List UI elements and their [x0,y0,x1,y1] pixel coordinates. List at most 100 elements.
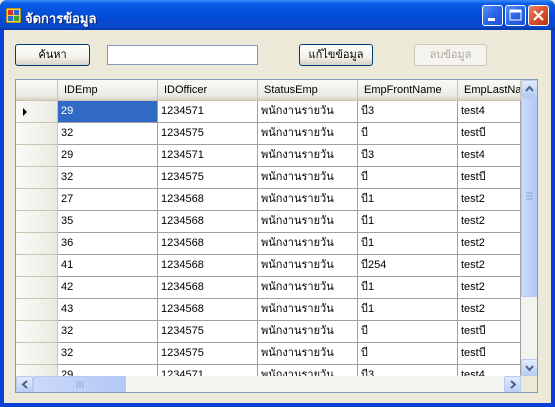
cell-empfrontname[interactable]: บี1 [358,277,458,299]
cell-emplastname[interactable]: test4 [458,145,521,167]
cell-idofficer[interactable]: 1234575 [158,321,258,343]
cell-idemp[interactable]: 29 [58,145,158,167]
cell-statusemp[interactable]: พนักงานรายวัน [258,299,358,321]
scroll-down-button[interactable] [521,359,537,376]
cell-idemp[interactable]: 42 [58,277,158,299]
row-header[interactable] [16,343,58,365]
scroll-right-button[interactable] [504,376,521,392]
cell-idofficer[interactable]: 1234575 [158,123,258,145]
table-row[interactable]: 32 1234575 พนักงานรายวัน บี testบี [16,321,521,343]
cell-idofficer[interactable]: 1234568 [158,255,258,277]
table-row[interactable]: 32 1234575 พนักงานรายวัน บี testบี [16,167,521,189]
maximize-button[interactable] [505,5,526,26]
cell-empfrontname[interactable]: บี [358,167,458,189]
grid-corner-header[interactable] [16,80,58,101]
cell-emplastname[interactable]: testบี [458,167,521,189]
cell-empfrontname[interactable]: บี1 [358,189,458,211]
cell-idemp[interactable]: 32 [58,343,158,365]
search-button[interactable]: ค้นหา [15,44,90,66]
cell-idemp[interactable]: 27 [58,189,158,211]
scroll-up-button[interactable] [521,80,537,97]
row-header[interactable] [16,189,58,211]
cell-emplastname[interactable]: test2 [458,255,521,277]
search-input[interactable] [107,45,258,65]
edit-button[interactable]: แก้ไขข้อมูล [299,44,373,66]
cell-idemp[interactable]: 29 [58,101,158,123]
row-header[interactable] [16,233,58,255]
cell-idemp[interactable]: 32 [58,167,158,189]
cell-statusemp[interactable]: พนักงานรายวัน [258,343,358,365]
cell-emplastname[interactable]: test2 [458,233,521,255]
cell-emplastname[interactable]: test2 [458,189,521,211]
table-row[interactable]: 32 1234575 พนักงานรายวัน บี testบี [16,123,521,145]
cell-statusemp[interactable]: พนักงานรายวัน [258,101,358,123]
cell-emplastname[interactable]: test2 [458,299,521,321]
col-header-statusemp[interactable]: StatusEmp [258,80,358,101]
table-row[interactable]: 42 1234568 พนักงานรายวัน บี1 test2 [16,277,521,299]
cell-statusemp[interactable]: พนักงานรายวัน [258,277,358,299]
col-header-idemp[interactable]: IDEmp [58,80,158,101]
cell-emplastname[interactable]: testบี [458,321,521,343]
table-row[interactable]: 29 1234571 พนักงานรายวัน บี3 test4 [16,101,521,123]
cell-statusemp[interactable]: พนักงานรายวัน [258,189,358,211]
row-header[interactable] [16,277,58,299]
cell-idofficer[interactable]: 1234571 [158,145,258,167]
cell-empfrontname[interactable]: บี254 [358,255,458,277]
cell-empfrontname[interactable]: บี3 [358,145,458,167]
vertical-scrollbar[interactable] [521,80,537,376]
cell-empfrontname[interactable]: บี [358,123,458,145]
minimize-button[interactable] [482,5,503,26]
row-header[interactable] [16,255,58,277]
table-row[interactable]: 41 1234568 พนักงานรายวัน บี254 test2 [16,255,521,277]
row-header[interactable] [16,211,58,233]
cell-empfrontname[interactable]: บี [358,343,458,365]
table-row[interactable]: 35 1234568 พนักงานรายวัน บี1 test2 [16,211,521,233]
employee-data-grid[interactable]: IDEmp IDOfficer StatusEmp EmpFrontName EmpLa… [15,79,538,393]
cell-statusemp[interactable]: พนักงานรายวัน [258,233,358,255]
cell-emplastname[interactable]: testบี [458,343,521,365]
horizontal-scrollbar[interactable] [16,376,521,392]
col-header-empfrontname[interactable]: EmpFrontName [358,80,458,101]
cell-idemp[interactable]: 32 [58,123,158,145]
cell-idemp[interactable]: 41 [58,255,158,277]
close-button[interactable] [528,5,549,26]
vertical-scroll-thumb[interactable] [521,97,537,297]
cell-idemp[interactable]: 43 [58,299,158,321]
cell-empfrontname[interactable]: บี1 [358,233,458,255]
cell-statusemp[interactable]: พนักงานรายวัน [258,123,358,145]
cell-emplastname[interactable]: test2 [458,211,521,233]
cell-empfrontname[interactable]: บี3 [358,101,458,123]
table-row[interactable]: 29 1234571 พนักงานรายวัน บี3 test4 [16,145,521,167]
cell-idofficer[interactable]: 1234568 [158,233,258,255]
cell-emplastname[interactable]: test4 [458,101,521,123]
row-header[interactable] [16,299,58,321]
cell-idofficer[interactable]: 1234568 [158,211,258,233]
row-header[interactable] [16,123,58,145]
cell-idofficer[interactable]: 1234575 [158,167,258,189]
row-header[interactable] [16,167,58,189]
title-bar[interactable]: จัดการข้อมูล [0,0,555,30]
col-header-idofficer[interactable]: IDOfficer [158,80,258,101]
cell-statusemp[interactable]: พนักงานรายวัน [258,255,358,277]
cell-empfrontname[interactable]: บี [358,321,458,343]
cell-idemp[interactable]: 35 [58,211,158,233]
cell-idofficer[interactable]: 1234568 [158,189,258,211]
cell-statusemp[interactable]: พนักงานรายวัน [258,321,358,343]
horizontal-scroll-thumb[interactable] [33,376,126,392]
row-header[interactable] [16,101,58,123]
table-row[interactable]: 36 1234568 พนักงานรายวัน บี1 test2 [16,233,521,255]
cell-idemp[interactable]: 36 [58,233,158,255]
cell-idofficer[interactable]: 1234571 [158,101,258,123]
table-row[interactable]: 32 1234575 พนักงานรายวัน บี testบี [16,343,521,365]
cell-statusemp[interactable]: พนักงานรายวัน [258,145,358,167]
cell-statusemp[interactable]: พนักงานรายวัน [258,167,358,189]
table-row[interactable]: 27 1234568 พนักงานรายวัน บี1 test2 [16,189,521,211]
cell-empfrontname[interactable]: บี1 [358,211,458,233]
cell-empfrontname[interactable]: บี1 [358,299,458,321]
scroll-left-button[interactable] [16,376,33,392]
col-header-emplastname[interactable]: EmpLastName [458,80,521,101]
delete-button[interactable]: ลบข้อมูล [414,44,487,66]
table-row[interactable]: 43 1234568 พนักงานรายวัน บี1 test2 [16,299,521,321]
cell-idofficer[interactable]: 1234568 [158,277,258,299]
cell-idofficer[interactable]: 1234575 [158,343,258,365]
